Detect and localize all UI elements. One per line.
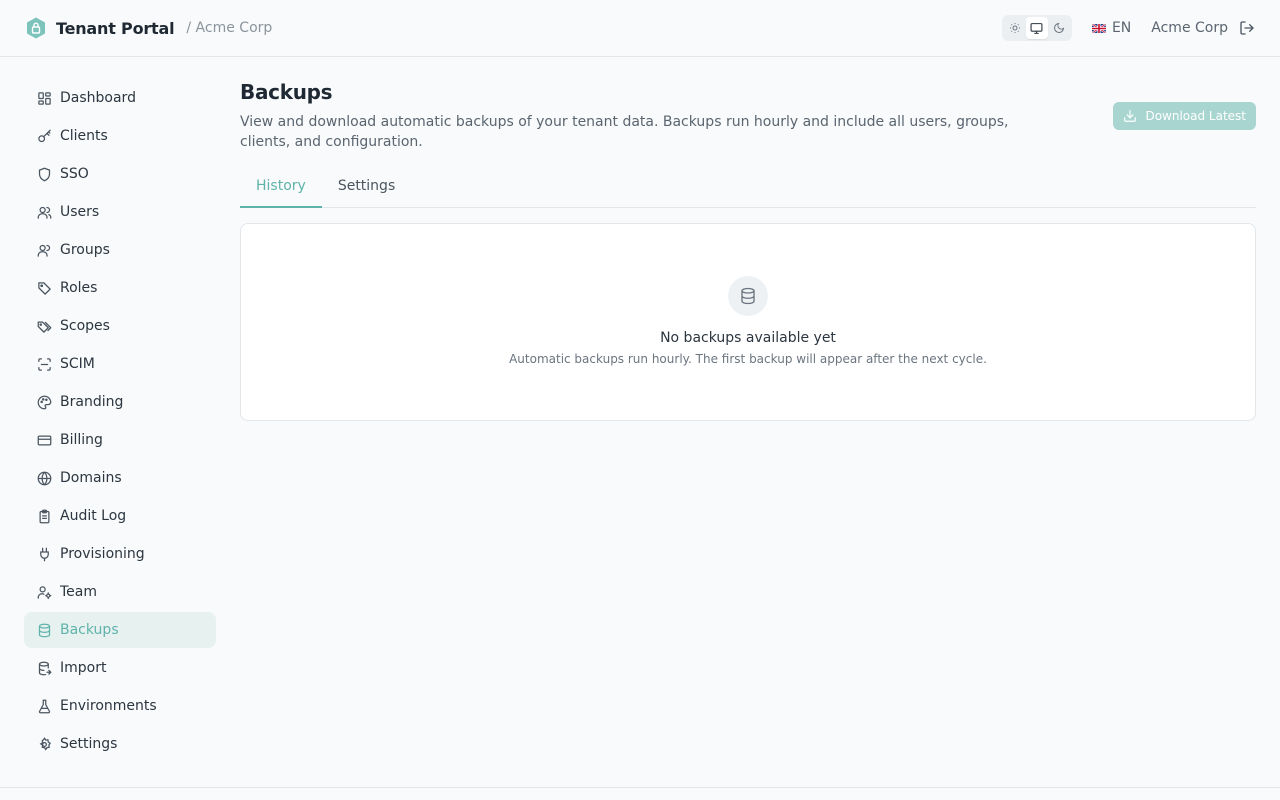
users-icon <box>36 204 52 220</box>
sidebar-item-roles[interactable]: Roles <box>24 270 216 306</box>
sidebar-nav: Dashboard Clients SSO Users Groups Roles… <box>24 80 216 764</box>
sidebar-item-settings[interactable]: Settings <box>24 726 216 762</box>
main-content: Backups View and download automatic back… <box>240 80 1256 421</box>
footer-divider <box>0 787 1280 788</box>
palette-icon <box>36 394 52 410</box>
empty-state-subtitle: Automatic backups run hourly. The first … <box>509 352 987 366</box>
flask-icon <box>36 698 52 714</box>
sidebar-item-label: Roles <box>60 280 98 296</box>
sidebar-item-provisioning[interactable]: Provisioning <box>24 536 216 572</box>
language-label: EN <box>1111 20 1132 36</box>
sidebar-item-label: Domains <box>60 470 122 486</box>
sidebar-item-clients[interactable]: Clients <box>24 118 216 154</box>
credit-card-icon <box>36 432 52 448</box>
sidebar-item-label: Import <box>60 660 107 676</box>
user-cog-icon <box>36 584 52 600</box>
groups-icon <box>36 242 52 258</box>
sidebar-item-label: Provisioning <box>60 546 145 562</box>
clipboard-icon <box>36 508 52 524</box>
sidebar-item-scim[interactable]: SCIM <box>24 346 216 382</box>
sidebar-item-users[interactable]: Users <box>24 194 216 230</box>
sidebar-item-label: Audit Log <box>60 508 127 524</box>
theme-switcher <box>1001 15 1072 41</box>
database-icon <box>36 622 52 638</box>
sidebar-item-groups[interactable]: Groups <box>24 232 216 268</box>
tags-icon <box>36 318 52 334</box>
sidebar-item-label: Settings <box>60 736 118 752</box>
download-latest-label: Download Latest <box>1145 109 1246 123</box>
sidebar-item-dashboard[interactable]: Dashboard <box>24 80 216 116</box>
globe-icon <box>36 470 52 486</box>
database-import-icon <box>36 660 52 676</box>
download-latest-button[interactable]: Download Latest <box>1113 102 1256 130</box>
tenant-logo-icon <box>24 16 48 40</box>
tab-bar: History Settings <box>240 174 1256 208</box>
gear-icon <box>36 736 52 752</box>
sidebar-item-label: Clients <box>60 128 108 144</box>
database-icon <box>728 276 768 316</box>
sidebar-item-scopes[interactable]: Scopes <box>24 308 216 344</box>
backups-empty-state: No backups available yet Automatic backu… <box>240 223 1256 421</box>
sidebar-item-branding[interactable]: Branding <box>24 384 216 420</box>
sidebar-item-sso[interactable]: SSO <box>24 156 216 192</box>
page-title: Backups <box>240 80 333 104</box>
brand-title: Tenant Portal <box>56 18 175 38</box>
sidebar-item-label: SSO <box>60 166 89 182</box>
sidebar-item-label: Billing <box>60 432 103 448</box>
dashboard-icon <box>36 90 52 106</box>
tag-icon <box>36 280 52 296</box>
theme-dark-button[interactable] <box>1048 17 1070 39</box>
sidebar-item-label: Users <box>60 204 100 220</box>
sidebar-item-label: Scopes <box>60 318 110 334</box>
logout-icon <box>1240 21 1254 35</box>
sidebar-item-label: Dashboard <box>60 90 136 106</box>
sidebar-item-audit-log[interactable]: Audit Log <box>24 498 216 534</box>
sidebar-item-domains[interactable]: Domains <box>24 460 216 496</box>
sidebar-item-label: Backups <box>60 622 119 638</box>
sidebar-item-environments[interactable]: Environments <box>24 688 216 724</box>
tab-settings[interactable]: Settings <box>322 174 411 208</box>
plug-icon <box>36 546 52 562</box>
empty-state-title: No backups available yet <box>660 330 836 346</box>
language-selector[interactable]: EN <box>1091 20 1132 36</box>
tab-history[interactable]: History <box>240 174 322 208</box>
page-description: View and download automatic backups of y… <box>240 114 1009 150</box>
sidebar-item-label: Groups <box>60 242 110 258</box>
logout-button[interactable] <box>1238 19 1256 37</box>
theme-light-button[interactable] <box>1004 17 1026 39</box>
uk-flag-icon <box>1091 23 1106 33</box>
scan-icon <box>36 356 52 372</box>
sidebar-item-label: Branding <box>60 394 124 410</box>
sidebar-item-backups[interactable]: Backups <box>24 612 216 648</box>
shield-icon <box>36 166 52 182</box>
breadcrumb: / Acme Corp <box>186 20 273 36</box>
sun-icon <box>1009 23 1020 33</box>
tenant-name: Acme Corp <box>1151 20 1228 36</box>
sidebar-item-label: SCIM <box>60 356 95 372</box>
sidebar-item-label: Environments <box>60 698 157 714</box>
sidebar-item-billing[interactable]: Billing <box>24 422 216 458</box>
moon-icon <box>1053 22 1065 33</box>
top-bar: Tenant Portal / Acme Corp EN Acme Corp <box>0 0 1280 57</box>
sidebar-item-label: Team <box>60 584 98 600</box>
monitor-icon <box>1030 22 1043 34</box>
sidebar-item-team[interactable]: Team <box>24 574 216 610</box>
brand[interactable]: Tenant Portal <box>24 16 175 40</box>
sidebar-item-import[interactable]: Import <box>24 650 216 686</box>
theme-system-button[interactable] <box>1025 17 1048 39</box>
download-icon <box>1124 110 1137 122</box>
key-icon <box>36 128 52 144</box>
